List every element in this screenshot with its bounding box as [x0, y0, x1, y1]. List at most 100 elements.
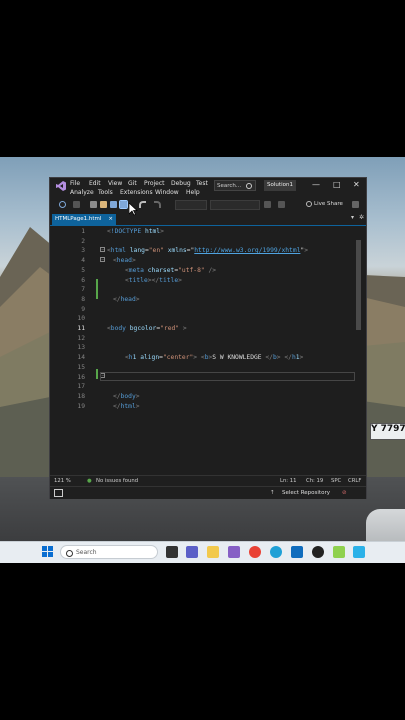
line-number-gutter: 15: [77, 363, 85, 371]
code-line[interactable]: 12: [50, 335, 366, 345]
taskbar-search[interactable]: Search: [60, 545, 158, 559]
close-tab-icon[interactable]: ×: [108, 214, 113, 225]
editor-status-bar: 121 % ● No issues found Ln: 11 Ch: 19 SP…: [50, 475, 366, 486]
open-folder-icon[interactable]: [100, 201, 107, 208]
menu-project[interactable]: Project: [144, 180, 165, 187]
live-share-icon: [306, 201, 312, 207]
bottom-bar: ↑ Select Repository ⊘: [50, 486, 366, 499]
line-number: Ln: 11: [280, 478, 297, 484]
license-plate: Y 7797: [370, 423, 405, 440]
code-line[interactable]: 8 </head>: [50, 296, 366, 306]
undo-icon[interactable]: [139, 201, 146, 208]
select-repository-button[interactable]: Select Repository: [282, 490, 330, 496]
line-number-gutter: 13: [77, 344, 85, 352]
code-text: <body bgcolor="red" >: [107, 325, 187, 332]
output-icon[interactable]: [54, 489, 63, 497]
code-line[interactable]: 9: [50, 306, 366, 316]
code-line[interactable]: 11 <body bgcolor="red" >: [50, 325, 366, 335]
code-line[interactable]: 17: [50, 383, 366, 393]
chrome-icon[interactable]: [249, 546, 261, 558]
close-button[interactable]: ✕: [353, 180, 360, 189]
edge-icon[interactable]: [270, 546, 282, 558]
menu-analyze[interactable]: Analyze: [70, 189, 94, 196]
code-line[interactable]: 6 <title></title>: [50, 277, 366, 287]
solution-badge[interactable]: Solution1: [264, 180, 296, 191]
save-icon[interactable]: [110, 201, 117, 208]
code-line[interactable]: 18 </body>: [50, 393, 366, 403]
whitespace-mode[interactable]: SPC: [331, 478, 341, 484]
scroll-thumb[interactable]: [356, 240, 361, 330]
store-icon[interactable]: [291, 546, 303, 558]
code-text: </body>: [113, 392, 140, 400]
menu-view[interactable]: View: [108, 180, 122, 187]
menu-extensions[interactable]: Extensions: [120, 189, 153, 196]
save-all-icon[interactable]: [119, 200, 128, 209]
code-line[interactable]: 13: [50, 344, 366, 354]
navigate-forward-icon[interactable]: [73, 201, 80, 208]
minimize-button[interactable]: —: [312, 180, 320, 189]
zoom-level[interactable]: 121 %: [54, 478, 71, 484]
menu-file[interactable]: File: [70, 180, 80, 187]
menu-tools[interactable]: Tools: [98, 189, 113, 196]
issues-status[interactable]: No issues found: [96, 478, 138, 484]
feedback-icon[interactable]: [352, 201, 359, 208]
column-number: Ch: 19: [306, 478, 324, 484]
navigate-back-icon[interactable]: [59, 201, 66, 208]
windows-start-icon[interactable]: [42, 546, 53, 557]
menu-window[interactable]: Window: [155, 189, 179, 196]
code-line[interactable]: 1 <!DOCTYPE html>: [50, 228, 366, 238]
code-line[interactable]: 10: [50, 315, 366, 325]
redo-icon[interactable]: [154, 201, 161, 208]
line-number-gutter: 6: [81, 276, 85, 284]
code-line[interactable]: 4 <head>: [50, 257, 366, 267]
code-line[interactable]: 15: [50, 364, 366, 374]
code-line[interactable]: 5 <meta charset="utf-8" />: [50, 267, 366, 277]
search-input[interactable]: Search...: [214, 180, 256, 191]
start-debug-icon[interactable]: [264, 201, 271, 208]
configuration-dropdown[interactable]: [175, 200, 207, 210]
platform-dropdown[interactable]: [210, 200, 260, 210]
line-number-gutter: 1: [81, 228, 85, 235]
code-text: <title></title>: [125, 276, 182, 284]
line-ending[interactable]: CRLF: [348, 478, 361, 484]
vertical-scrollbar[interactable]: [355, 226, 362, 466]
app-icon[interactable]: [333, 546, 345, 558]
code-line[interactable]: 2: [50, 238, 366, 248]
search-icon: [66, 550, 73, 557]
notifications-icon[interactable]: ⊘: [342, 490, 347, 496]
code-line[interactable]: 3 <html lang="en" xmlns="http://www.w3.or…: [50, 247, 366, 257]
new-project-icon[interactable]: [90, 201, 97, 208]
menu-test[interactable]: Test: [196, 180, 208, 187]
maximize-button[interactable]: □: [333, 180, 341, 189]
mouse-cursor-icon: [129, 203, 138, 216]
visual-studio-logo-icon[interactable]: [56, 181, 66, 191]
file-explorer-icon[interactable]: [207, 546, 219, 558]
menu-debug[interactable]: Debug: [171, 180, 191, 187]
tab-htmlpage1[interactable]: HTMLPage1.html ×: [52, 214, 116, 225]
search-label: Search...: [217, 183, 242, 189]
teams-icon[interactable]: [186, 546, 198, 558]
code-line[interactable]: 19 </html>: [50, 403, 366, 413]
live-share-button[interactable]: Live Share: [314, 201, 343, 207]
tab-overflow-icon[interactable]: ▾: [351, 214, 354, 221]
code-line[interactable]: 7: [50, 286, 366, 296]
check-icon: ●: [87, 478, 92, 484]
code-line[interactable]: 16: [50, 374, 366, 384]
settings-gear-icon[interactable]: ✲: [359, 214, 364, 221]
code-line[interactable]: 14 <h1 align="center"> <b>S W KNOWLEDGE <…: [50, 354, 366, 364]
menu-git[interactable]: Git: [128, 180, 137, 187]
line-number-gutter: 17: [77, 383, 85, 391]
snip-icon[interactable]: [353, 546, 365, 558]
task-view-icon[interactable]: [166, 546, 178, 558]
menu-help[interactable]: Help: [186, 189, 200, 196]
code-text: </head>: [113, 295, 140, 303]
code-text: </html>: [113, 402, 140, 410]
code-text: <h1 align="center"> <b>S W KNOWLEDGE </b…: [125, 354, 304, 362]
line-number-gutter: 8: [81, 295, 85, 303]
visual-studio-taskbar-icon[interactable]: [228, 546, 240, 558]
format-icon[interactable]: [278, 201, 285, 208]
menu-edit[interactable]: Edit: [89, 180, 101, 187]
dell-icon[interactable]: [312, 546, 324, 558]
line-number-gutter: 10: [77, 315, 85, 323]
code-editor[interactable]: − − − 1 <!DOCTYPE html> 2 3 <html lang="en" …: [50, 226, 366, 475]
